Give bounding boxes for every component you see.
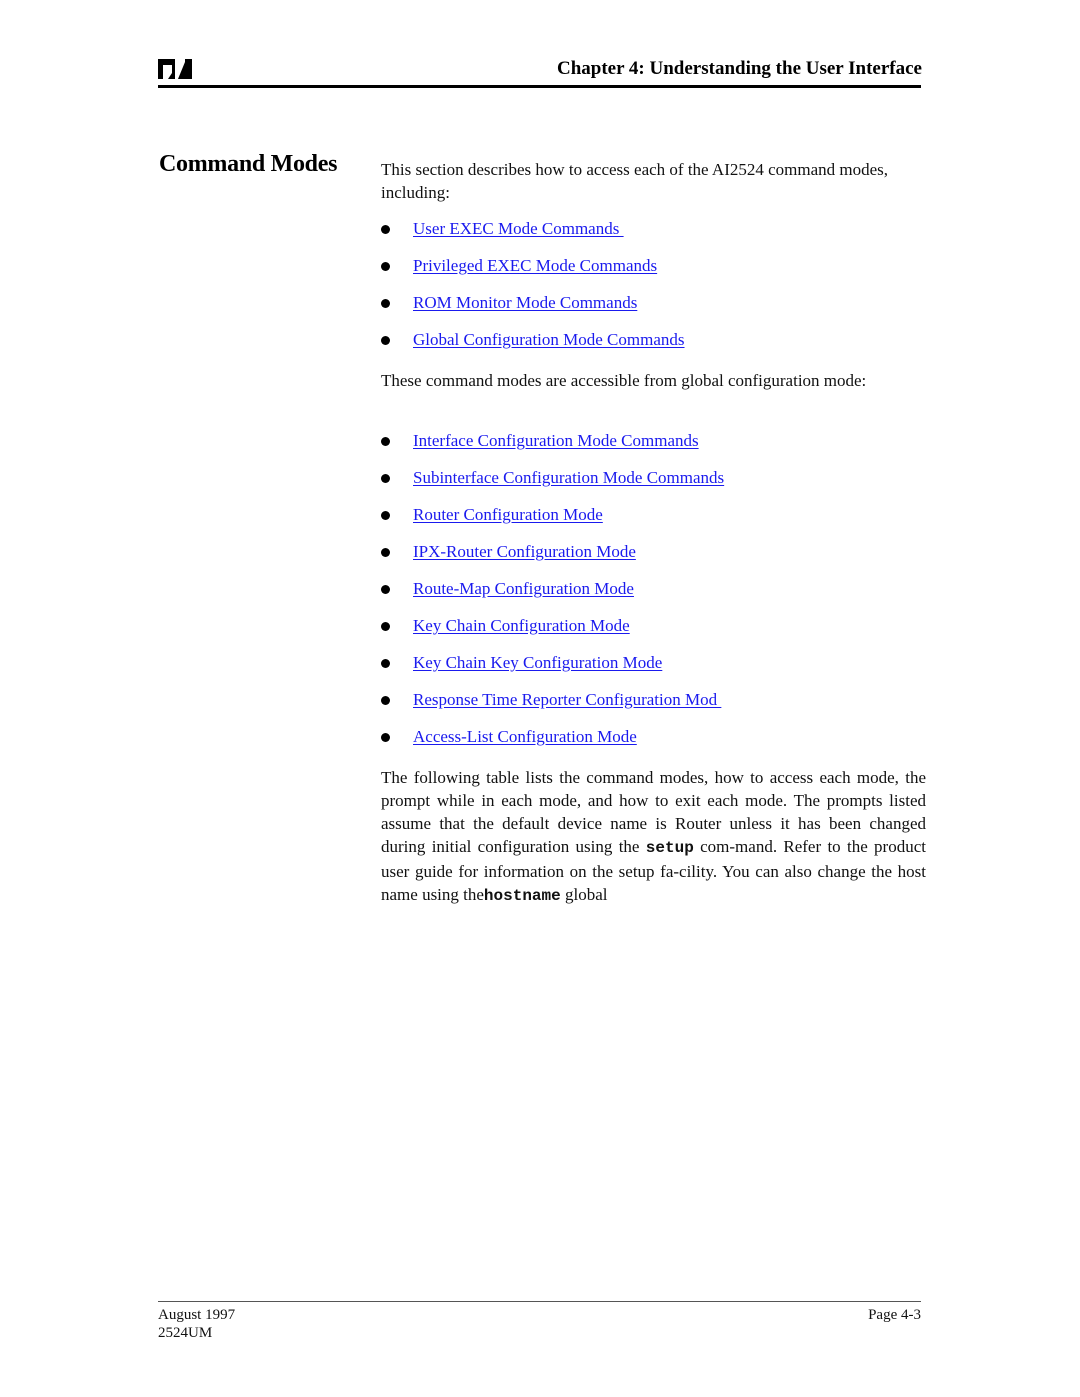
setup-command: setup	[645, 839, 694, 857]
link-subinterface-configuration-mode[interactable]: Subinterface Configuration Mode Commands	[413, 459, 724, 496]
link-access-list-configuration-mode[interactable]: Access-List Configuration Mode	[413, 718, 637, 755]
table-intro-paragraph: The following table lists the command mo…	[381, 766, 926, 908]
footer-doc-id: 2524UM	[158, 1325, 213, 1341]
bullet-icon	[381, 733, 390, 742]
list-item: Interface Configuration Mode Commands	[381, 422, 926, 459]
link-rom-monitor-mode[interactable]: ROM Monitor Mode Commands	[413, 284, 637, 321]
list-item: IPX-Router Configuration Mode	[381, 533, 926, 570]
list-item: ROM Monitor Mode Commands	[381, 284, 926, 321]
bullet-icon	[381, 548, 390, 557]
list-item: Key Chain Configuration Mode	[381, 607, 926, 644]
list-item: Global Configuration Mode Commands	[381, 321, 926, 358]
global-config-intro: These command modes are accessible from …	[381, 371, 867, 390]
bullet-icon	[381, 474, 390, 483]
footer-left: August 1997 2524UM	[158, 1306, 235, 1342]
bullet-icon	[381, 336, 390, 345]
list-item: Response Time Reporter Configuration Mod	[381, 681, 926, 718]
list-item: Privileged EXEC Mode Commands	[381, 247, 926, 284]
link-global-configuration-mode[interactable]: Global Configuration Mode Commands	[413, 321, 685, 358]
list-item: Subinterface Configuration Mode Commands	[381, 459, 926, 496]
header-divider	[158, 85, 921, 88]
list-item: Route-Map Configuration Mode	[381, 570, 926, 607]
link-privileged-exec-mode[interactable]: Privileged EXEC Mode Commands	[413, 247, 657, 284]
bullet-icon	[381, 696, 390, 705]
list-item: User EXEC Mode Commands	[381, 210, 926, 247]
global-config-modes-list: Interface Configuration Mode Commands Su…	[381, 422, 926, 755]
bullet-icon	[381, 511, 390, 520]
intro-paragraph: This section describes how to access eac…	[381, 160, 889, 202]
link-router-configuration-mode[interactable]: Router Configuration Mode	[413, 496, 603, 533]
bullet-icon	[381, 585, 390, 594]
footer-page-number: Page 4-3	[868, 1307, 921, 1323]
footer-divider	[158, 1301, 921, 1302]
link-key-chain-configuration-mode[interactable]: Key Chain Configuration Mode	[413, 607, 630, 644]
link-key-chain-key-configuration-mode[interactable]: Key Chain Key Configuration Mode	[413, 644, 662, 681]
section-title: Command Modes	[159, 151, 338, 177]
chapter-title: Chapter 4: Understanding the User Interf…	[556, 58, 922, 79]
bullet-icon	[381, 262, 390, 271]
bullet-icon	[381, 437, 390, 446]
list-item: Router Configuration Mode	[381, 496, 926, 533]
company-logo-icon	[158, 59, 192, 79]
link-user-exec-mode[interactable]: User EXEC Mode Commands	[413, 210, 624, 247]
link-interface-configuration-mode[interactable]: Interface Configuration Mode Commands	[413, 422, 699, 459]
link-route-map-configuration-mode[interactable]: Route-Map Configuration Mode	[413, 570, 634, 607]
link-response-time-reporter-configuration-mode[interactable]: Response Time Reporter Configuration Mod	[413, 681, 721, 718]
bullet-icon	[381, 299, 390, 308]
list-item: Access-List Configuration Mode	[381, 718, 926, 755]
table-intro-text-3: global	[560, 885, 608, 904]
link-ipx-router-configuration-mode[interactable]: IPX-Router Configuration Mode	[413, 533, 636, 570]
bullet-icon	[381, 622, 390, 631]
bullet-icon	[381, 659, 390, 668]
footer-date: August 1997	[158, 1307, 236, 1323]
primary-modes-list: User EXEC Mode Commands Privileged EXEC …	[381, 210, 926, 358]
bullet-icon	[381, 225, 390, 234]
hostname-command: hostname	[483, 887, 561, 905]
list-item: Key Chain Key Configuration Mode	[381, 644, 926, 681]
